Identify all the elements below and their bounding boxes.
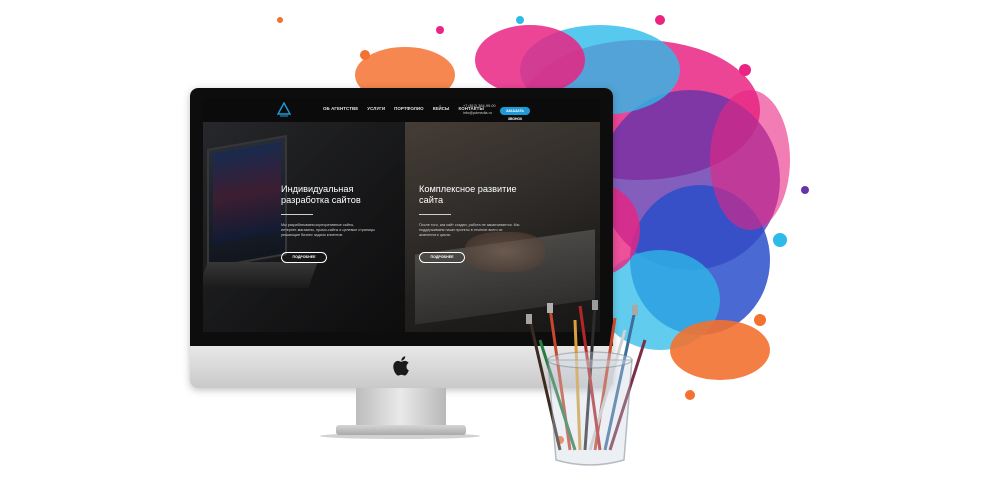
site-header: ОБ АГЕНТСТВЕ УСЛУГИ ПОРТФОЛИО КЕЙСЫ КОНТ… — [203, 98, 600, 122]
apple-icon — [393, 356, 409, 376]
description-line: жизненного цикла. — [419, 233, 451, 237]
more-button-support[interactable]: ПОДРОБНЕЕ — [419, 252, 465, 263]
header-contacts: +7 (812) 384-99-00 info@pdmedia.ru — [463, 103, 496, 117]
monitor-stand-foot — [336, 425, 466, 435]
description-line: решающие бизнес задачи клиентов — [281, 233, 343, 237]
hero-panel-development: Индивидуальная разработка сайтов Мы разр… — [203, 122, 405, 332]
nav-link-services[interactable]: УСЛУГИ — [367, 106, 385, 111]
nav-link-about[interactable]: ОБ АГЕНТСТВЕ — [323, 106, 358, 111]
email-link[interactable]: info@pdmedia.ru — [463, 110, 496, 117]
monitor-stand-neck — [356, 388, 446, 428]
panel-title-line: сайта — [419, 195, 444, 205]
phone-number[interactable]: +7 (812) 384-99-00 — [463, 103, 496, 110]
title-underline — [281, 214, 313, 215]
panel-description: Мы разрабатываем корпоративные сайты, ин… — [281, 223, 391, 238]
panel-title: Индивидуальная разработка сайтов — [281, 184, 361, 206]
website-screen: Индивидуальная разработка сайтов Мы разр… — [203, 98, 600, 332]
main-nav: ОБ АГЕНТСТВЕ УСЛУГИ ПОРТФОЛИО КЕЙСЫ КОНТ… — [323, 106, 484, 111]
brush-cup — [526, 300, 647, 466]
more-button-development[interactable]: ПОДРОБНЕЕ — [281, 252, 327, 263]
title-underline — [419, 214, 451, 215]
panel-title-line: Комплексное развитие — [419, 184, 517, 194]
panel-title-line: Индивидуальная — [281, 184, 354, 194]
panel-title-line: разработка сайтов — [281, 195, 361, 205]
nav-link-cases[interactable]: КЕЙСЫ — [433, 106, 450, 111]
panel-description: После того, как сайт создан, работа не з… — [419, 223, 529, 238]
request-call-button[interactable]: ЗАКАЗАТЬ ЗВОНОК — [500, 107, 530, 121]
panel-title: Комплексное развитие сайта — [419, 184, 517, 206]
logo-icon[interactable] — [277, 102, 291, 118]
nav-link-portfolio[interactable]: ПОРТФОЛИО — [394, 106, 424, 111]
glass-cup — [547, 359, 633, 466]
